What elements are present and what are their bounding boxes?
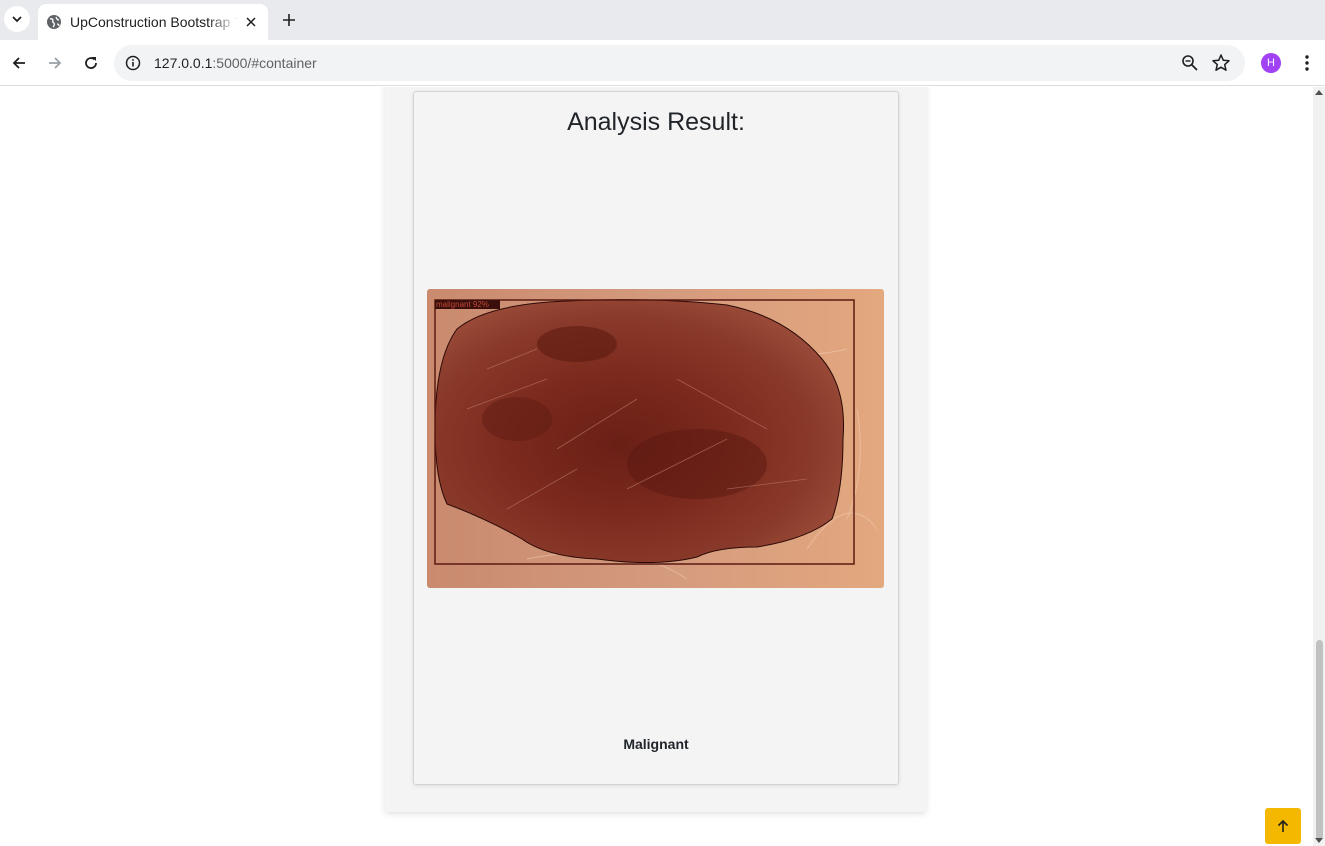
site-info-icon[interactable] [124,54,142,72]
close-icon[interactable] [242,13,260,31]
tab-strip: UpConstruction Bootstrap Template [0,0,1325,40]
url-text: 127.0.0.1:5000/#container [154,55,317,71]
bookmark-star-icon[interactable] [1211,53,1231,73]
lesion-analysis-image: malignant 92% [427,289,884,588]
globe-icon [46,14,62,30]
reload-button[interactable] [79,51,103,75]
diagnosis-label: Malignant [623,736,689,752]
tab-search-button[interactable] [4,6,30,32]
arrow-left-icon [12,57,25,69]
scrollbar-thumb[interactable] [1316,640,1323,840]
browser-tab-active[interactable]: UpConstruction Bootstrap Template [38,4,268,40]
url-path: :5000/#container [212,55,317,71]
back-to-top-button[interactable] [1265,808,1301,844]
scroll-up-arrow-icon[interactable] [1315,90,1323,95]
new-tab-button[interactable] [278,9,300,31]
result-section: Analysis Result: malignant 92% Malignant [385,87,926,812]
address-bar[interactable]: 127.0.0.1:5000/#container [114,45,1245,81]
profile-avatar[interactable]: H [1261,53,1281,73]
scroll-down-arrow-icon[interactable] [1315,838,1323,843]
page-viewport: Analysis Result: malignant 92% Malignant [0,87,1313,846]
more-vert-icon [1305,55,1309,71]
chevron-down-icon [12,16,22,23]
back-button[interactable] [7,51,31,75]
tab-title: UpConstruction Bootstrap Template [70,14,238,30]
arrow-up-icon [1277,819,1289,832]
zoom-icon[interactable] [1181,54,1199,72]
plus-icon [283,14,295,26]
page-title: Analysis Result: [567,108,745,136]
browser-toolbar: 127.0.0.1:5000/#container H [0,40,1325,86]
forward-button[interactable] [43,51,67,75]
reload-icon [85,57,97,69]
browser-menu-button[interactable] [1296,52,1318,74]
detection-label: malignant 92% [436,300,489,309]
url-host: 127.0.0.1 [154,55,213,71]
arrow-right-icon [49,57,62,69]
result-card: Analysis Result: malignant 92% Malignant [413,91,899,785]
vertical-scrollbar[interactable] [1313,87,1325,846]
